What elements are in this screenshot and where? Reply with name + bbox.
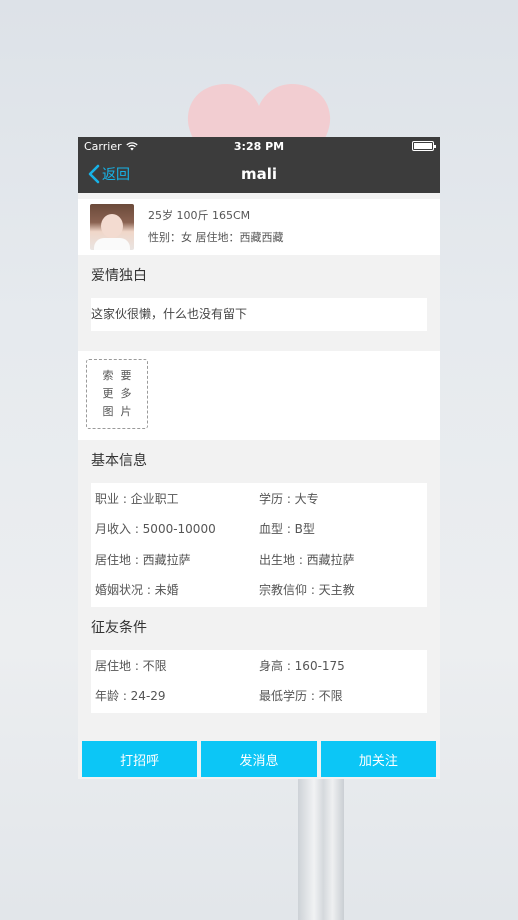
carrier-label: Carrier [84,139,122,153]
phone-screen: Carrier 3:28 PM 返回 mali 25岁 100斤 165CM 性… [78,137,440,779]
info-education: 学历 : 大专 [259,491,319,506]
basic-info-table: 职业 : 企业职工 学历 : 大专 月收入 : 5000-10000 血型 : … [91,483,427,607]
chevron-left-icon [88,164,100,184]
request-more-photos-button[interactable]: 索要 更多 图片 [86,359,148,429]
info-residence: 居住地 : 西藏拉萨 [95,552,191,567]
send-message-button[interactable]: 发消息 [201,741,317,777]
basic-info-title: 基本信息 [91,453,147,469]
avatar[interactable] [90,204,134,250]
photo-section: 索要 更多 图片 [78,351,440,440]
greet-button[interactable]: 打招呼 [82,741,198,777]
criteria-residence: 居住地 : 不限 [95,658,167,673]
monologue-title: 爱情独白 [91,268,147,284]
info-row: 月收入 : 5000-10000 血型 : B型 [95,514,427,545]
page-title: mali [240,165,278,183]
follow-button[interactable]: 加关注 [320,741,436,777]
profile-stats: 25岁 100斤 165CM [148,209,251,222]
back-label: 返回 [102,167,130,183]
info-row: 职业 : 企业职工 学历 : 大专 [95,483,427,514]
criteria-height: 身高 : 160-175 [259,658,345,673]
info-marital-status: 婚姻状况 : 未婚 [95,583,179,598]
criteria-table: 居住地 : 不限 身高 : 160-175 年龄 : 24-29 最低学历 : … [91,650,427,713]
criteria-min-education: 最低学历 : 不限 [259,689,343,704]
criteria-age: 年龄 : 24-29 [95,689,166,704]
monologue-text: 这家伙很懒，什么也没有留下 [91,298,427,331]
criteria-title: 征友条件 [91,620,147,636]
profile-summary-card: 25岁 100斤 165CM 性别：女 居住地：西藏西藏 [78,199,440,255]
info-occupation: 职业 : 企业职工 [95,491,179,506]
profile-location: 性别：女 居住地：西藏西藏 [148,231,284,244]
status-bar: Carrier 3:28 PM [78,137,440,155]
info-birthplace: 出生地 : 西藏拉萨 [259,552,355,567]
info-religion: 宗教信仰 : 天主教 [259,583,355,598]
battery-icon [412,141,436,151]
background-pole [298,778,344,920]
navigation-bar: 返回 mali [78,155,440,193]
info-row: 居住地 : 西藏拉萨 出生地 : 西藏拉萨 [95,544,427,575]
info-row: 居住地 : 不限 身高 : 160-175 [95,650,427,681]
info-row: 年龄 : 24-29 最低学历 : 不限 [95,681,427,712]
wifi-icon [125,141,138,150]
info-blood-type: 血型 : B型 [259,522,315,537]
info-income: 月收入 : 5000-10000 [95,522,216,537]
bottom-action-bar: 打招呼 发消息 加关注 [78,741,440,779]
info-row: 婚姻状况 : 未婚 宗教信仰 : 天主教 [95,575,427,606]
back-button[interactable]: 返回 [88,155,130,193]
